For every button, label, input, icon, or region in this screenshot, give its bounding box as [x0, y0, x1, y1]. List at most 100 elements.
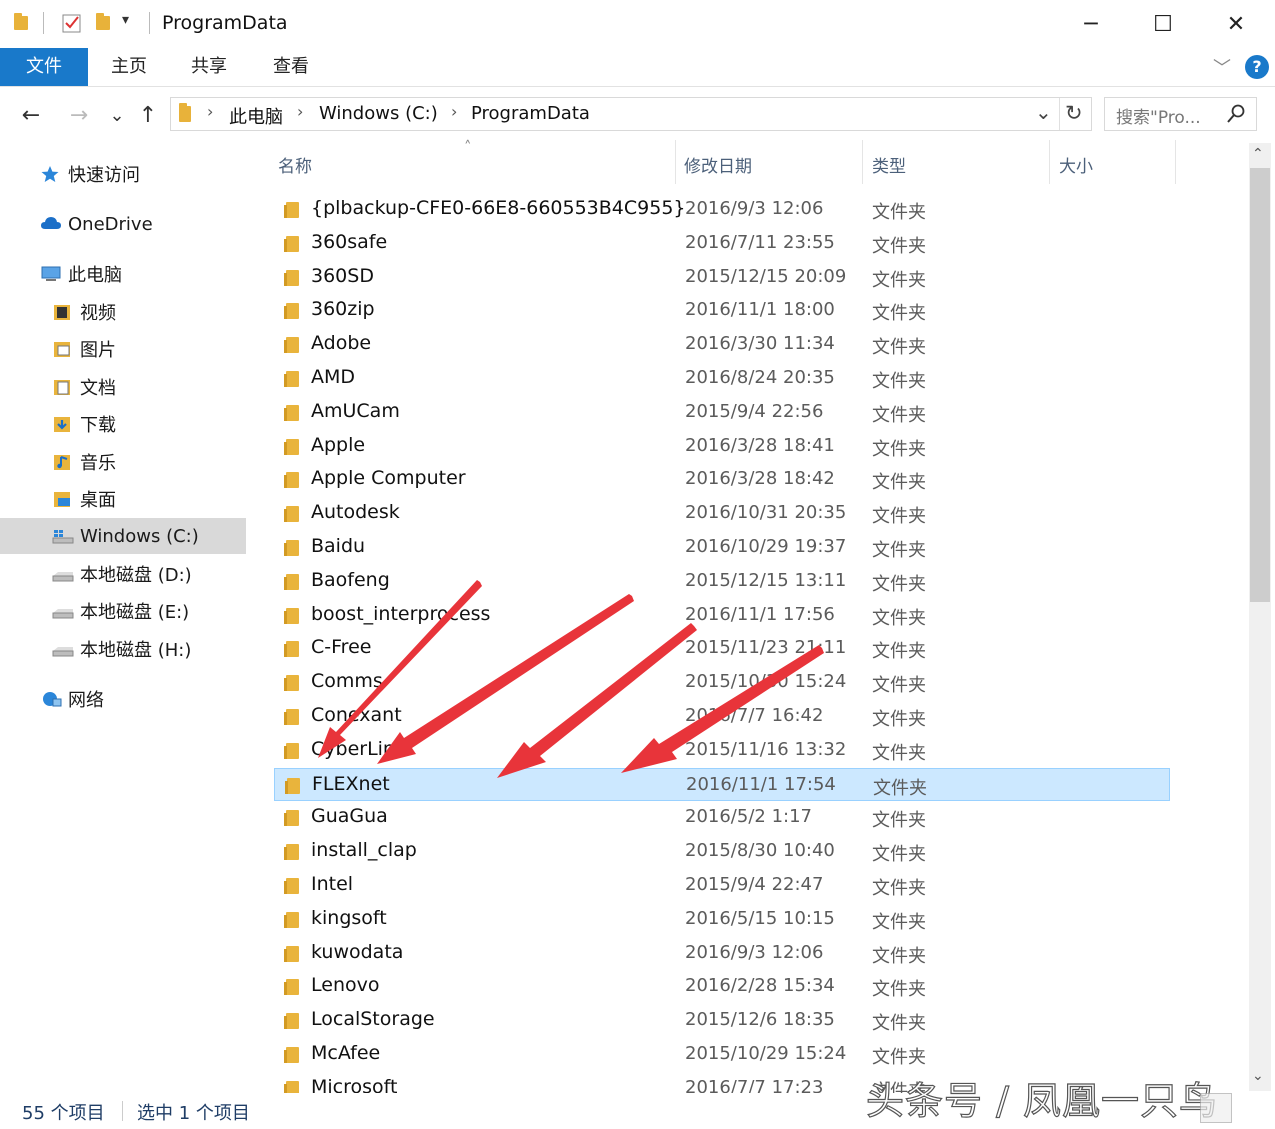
search-icon[interactable]	[1227, 104, 1245, 128]
column-header-size[interactable]: 大小	[1059, 152, 1093, 177]
breadcrumb-separator[interactable]: ›	[297, 102, 303, 121]
table-row[interactable]: AmUCam 2015/9/4 22:56 文件夹	[274, 396, 1170, 429]
file-name: kuwodata	[311, 941, 404, 963]
table-row[interactable]: Adobe 2016/3/30 11:34 文件夹	[274, 328, 1170, 361]
ribbon-collapse-icon[interactable]: ﹀	[1213, 54, 1231, 80]
breadcrumb-separator[interactable]: ›	[451, 102, 457, 121]
table-row[interactable]: kuwodata 2016/9/3 12:06 文件夹	[274, 937, 1170, 970]
file-type: 文件夹	[872, 405, 926, 426]
sidebar-item-windows-c[interactable]: Windows (C:)	[0, 518, 246, 554]
table-row[interactable]: Lenovo 2016/2/28 15:34 文件夹	[274, 970, 1170, 1003]
file-modified-date: 2016/9/3 12:06	[685, 942, 824, 963]
sidebar-item-label: 下载	[80, 415, 116, 436]
sidebar-item-videos[interactable]: 视频	[0, 294, 246, 330]
sidebar-item-network[interactable]: 网络	[0, 681, 246, 717]
sidebar-item-drive-e[interactable]: 本地磁盘 (E:)	[0, 593, 246, 629]
table-row[interactable]: GuaGua 2016/5/2 1:17 文件夹	[274, 801, 1170, 834]
new-folder-icon[interactable]	[96, 12, 110, 34]
maximize-button[interactable]: ☐	[1126, 0, 1200, 48]
sidebar-item-label: 视频	[80, 303, 116, 324]
breadcrumb-windows-c[interactable]: Windows (C:)	[319, 103, 438, 124]
tab-share[interactable]: 共享	[172, 48, 246, 86]
table-row[interactable]: FLEXnet 2016/11/1 17:54 文件夹	[274, 768, 1170, 801]
tab-home[interactable]: 主页	[92, 48, 166, 86]
folder-icon	[284, 405, 299, 421]
minimize-button[interactable]: ─	[1054, 0, 1128, 48]
scrollbar-thumb[interactable]	[1250, 168, 1270, 602]
table-row[interactable]: LocalStorage 2015/12/6 18:35 文件夹	[274, 1004, 1170, 1037]
forward-button[interactable]: →	[62, 98, 96, 132]
breadcrumb-programdata[interactable]: ProgramData	[471, 103, 590, 124]
table-row[interactable]: Baofeng 2015/12/15 13:11 文件夹	[274, 565, 1170, 598]
window-title: ProgramData	[162, 12, 288, 34]
recent-locations-button[interactable]: ⌄	[100, 98, 134, 132]
file-modified-date: 2015/8/30 10:40	[685, 840, 835, 861]
back-button[interactable]: ←	[14, 98, 48, 132]
file-type: 文件夹	[872, 675, 926, 696]
folder-icon	[284, 371, 299, 387]
properties-icon[interactable]	[62, 12, 82, 34]
file-name: Conexant	[311, 704, 402, 726]
table-row[interactable]: 360safe 2016/7/11 23:55 文件夹	[274, 227, 1170, 260]
table-row[interactable]: Conexant 2016/7/7 16:42 文件夹	[274, 700, 1170, 733]
sidebar-item-onedrive[interactable]: OneDrive	[0, 206, 246, 242]
breadcrumb-separator[interactable]: ›	[207, 102, 213, 121]
sidebar-item-pictures[interactable]: 图片	[0, 331, 246, 367]
file-type: 文件夹	[873, 778, 927, 799]
column-header-type[interactable]: 类型	[872, 152, 906, 177]
sidebar-item-drive-h[interactable]: 本地磁盘 (H:)	[0, 631, 246, 667]
file-name: 360safe	[311, 231, 388, 253]
sidebar-item-this-pc[interactable]: 此电脑	[0, 256, 246, 292]
table-row[interactable]: Apple Computer 2016/3/28 18:42 文件夹	[274, 463, 1170, 496]
table-row[interactable]: Autodesk 2016/10/31 20:35 文件夹	[274, 497, 1170, 530]
table-row[interactable]: Intel 2015/9/4 22:47 文件夹	[274, 869, 1170, 902]
address-dropdown-icon[interactable]: ⌄	[1035, 100, 1052, 124]
table-row[interactable]: McAfee 2015/10/29 15:24 文件夹	[274, 1038, 1170, 1071]
sidebar-item-quick-access[interactable]: 快速访问	[0, 156, 246, 192]
table-row[interactable]: install_clap 2015/8/30 10:40 文件夹	[274, 835, 1170, 868]
table-row[interactable]: Baidu 2016/10/29 19:37 文件夹	[274, 531, 1170, 564]
item-count: 55 个项目	[22, 1103, 105, 1124]
folder-icon	[284, 979, 299, 995]
file-modified-date: 2016/10/31 20:35	[685, 502, 847, 523]
sidebar-item-documents[interactable]: 文档	[0, 369, 246, 405]
scroll-up-icon[interactable]: ⌃	[1252, 146, 1264, 162]
table-row[interactable]: boost_interprocess 2016/11/1 17:56 文件夹	[274, 599, 1170, 632]
table-row[interactable]: Apple 2016/3/28 18:41 文件夹	[274, 430, 1170, 463]
scroll-down-icon[interactable]: ⌄	[1252, 1068, 1264, 1084]
close-button[interactable]: ✕	[1199, 0, 1273, 48]
sidebar-item-drive-d[interactable]: 本地磁盘 (D:)	[0, 556, 246, 592]
tab-view[interactable]: 查看	[254, 48, 328, 86]
folder-icon	[284, 810, 299, 826]
help-icon[interactable]: ?	[1245, 55, 1269, 79]
sidebar-item-downloads[interactable]: 下载	[0, 406, 246, 442]
file-type: 文件夹	[872, 574, 926, 595]
file-modified-date: 2015/10/29 15:24	[685, 1043, 847, 1064]
table-row[interactable]: 360zip 2016/11/1 18:00 文件夹	[274, 294, 1170, 327]
table-row[interactable]: kingsoft 2016/5/15 10:15 文件夹	[274, 903, 1170, 936]
address-bar[interactable]: › 此电脑 › Windows (C:) › ProgramData ⌄ ↻	[170, 97, 1092, 131]
sidebar-item-desktop[interactable]: 桌面	[0, 481, 246, 517]
up-button[interactable]: ↑	[131, 98, 165, 132]
file-name: C-Free	[311, 636, 372, 658]
table-row[interactable]: 360SD 2015/12/15 20:09 文件夹	[274, 261, 1170, 294]
sidebar-item-music[interactable]: 音乐	[0, 444, 246, 480]
file-modified-date: 2015/10/30 15:24	[685, 671, 847, 692]
column-header-name[interactable]: 名称	[278, 152, 312, 177]
breadcrumb-this-pc[interactable]: 此电脑	[229, 103, 283, 129]
search-box[interactable]: 搜索"Pro...	[1104, 97, 1257, 131]
table-row[interactable]: C-Free 2015/11/23 21:11 文件夹	[274, 632, 1170, 665]
column-header-date[interactable]: 修改日期	[684, 152, 752, 177]
file-type: 文件夹	[872, 439, 926, 460]
quick-access-dropdown[interactable]: ▾	[122, 12, 129, 28]
file-name: kingsoft	[311, 907, 387, 929]
table-row[interactable]: CyberLink 2015/11/16 13:32 文件夹	[274, 734, 1170, 767]
refresh-icon[interactable]: ↻	[1065, 101, 1083, 125]
file-name: {plbackup-CFE0-66E8-660553B4C955}	[311, 197, 686, 219]
table-row[interactable]: Comms 2015/10/30 15:24 文件夹	[274, 666, 1170, 699]
folder-icon	[179, 103, 191, 122]
table-row[interactable]: {plbackup-CFE0-66E8-660553B4C955} 2016/9/…	[274, 193, 1170, 226]
search-input[interactable]: 搜索"Pro...	[1116, 103, 1201, 128]
table-row[interactable]: AMD 2016/8/24 20:35 文件夹	[274, 362, 1170, 395]
tab-file[interactable]: 文件	[0, 48, 88, 86]
